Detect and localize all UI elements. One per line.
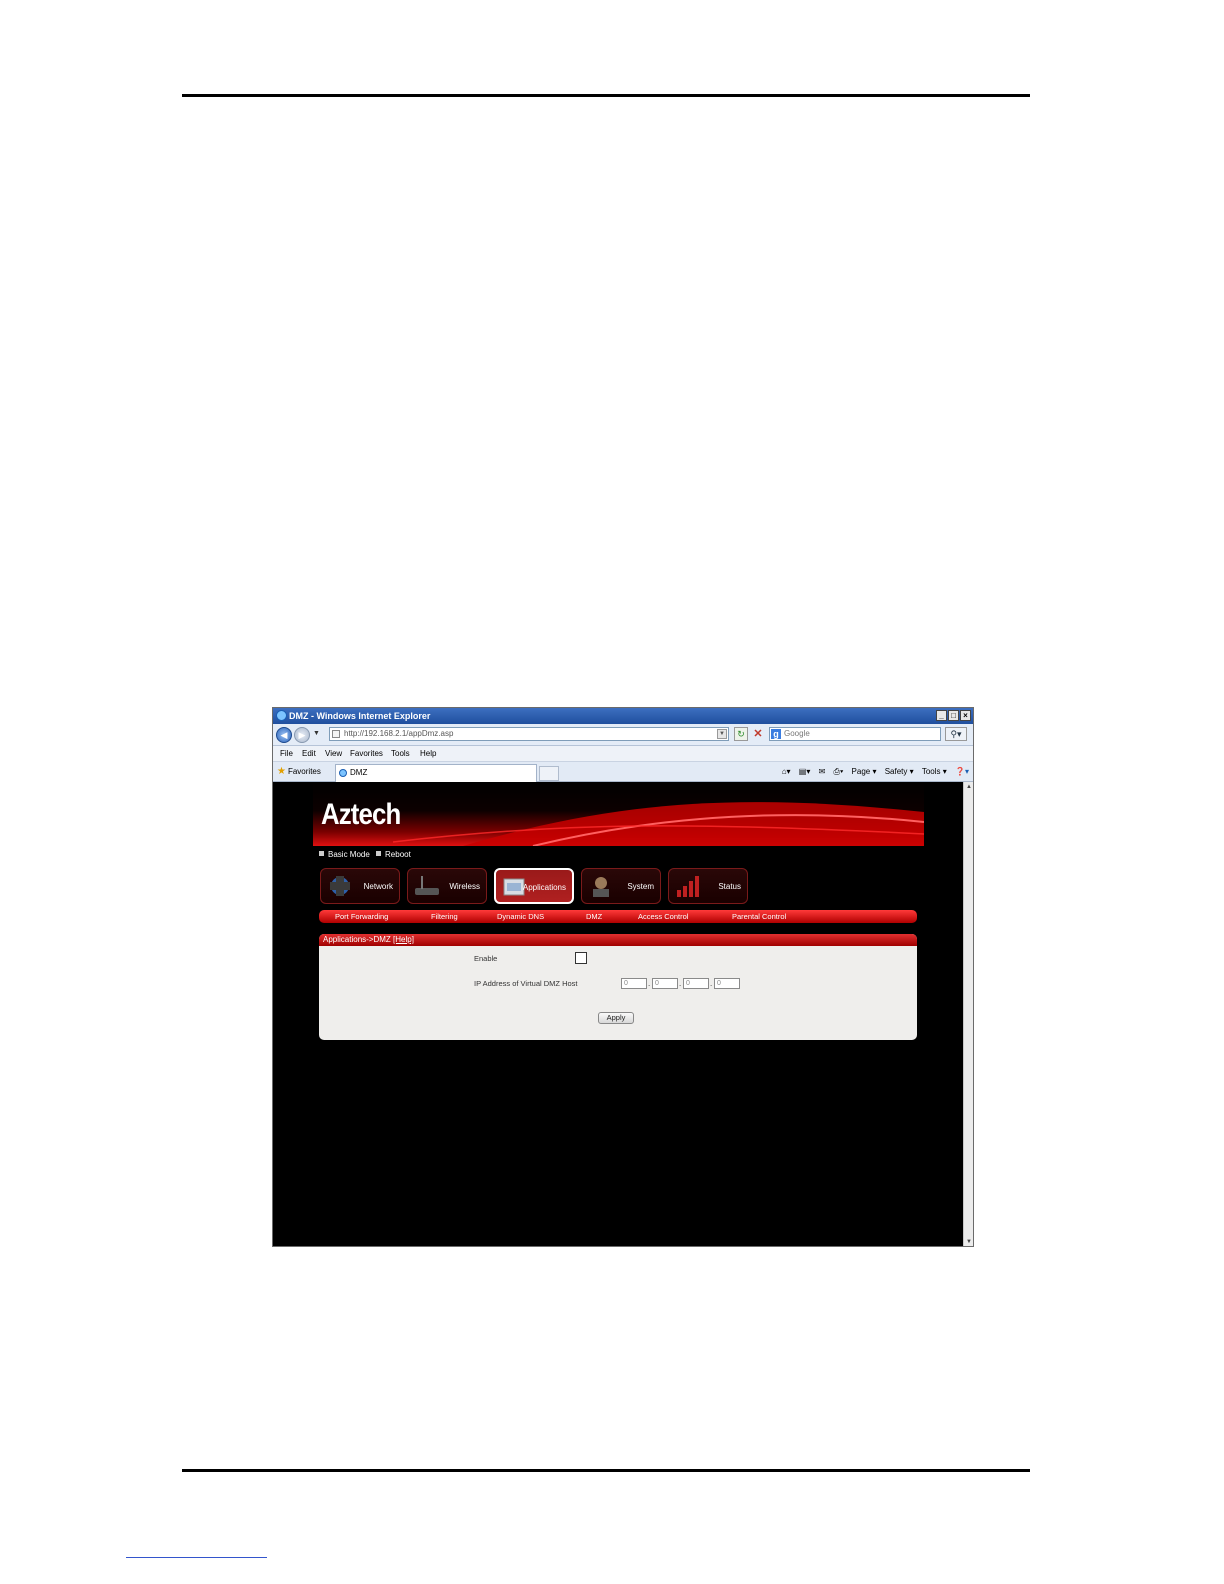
tab-wireless[interactable]: Wireless	[407, 868, 487, 904]
menu-view[interactable]: View	[325, 746, 342, 761]
back-button[interactable]: ◀	[276, 727, 292, 743]
stop-button[interactable]: ✕	[751, 727, 765, 741]
ip-address-label: IP Address of Virtual DMZ Host	[474, 979, 578, 988]
footer-rule	[182, 1469, 1030, 1472]
subnav-parental-control[interactable]: Parental Control	[732, 910, 786, 923]
help-icon[interactable]: ❓▾	[955, 767, 969, 776]
help-link[interactable]: [Help]	[393, 935, 414, 944]
top-links: Basic Mode Reboot	[319, 850, 415, 860]
menu-favorites[interactable]: Favorites	[350, 746, 383, 761]
address-bar: ◀ ▶ ▼ http://192.168.2.1/appDmz.asp ▼ ↻ …	[273, 724, 973, 746]
menu-edit[interactable]: Edit	[302, 746, 316, 761]
close-button[interactable]: ×	[960, 710, 971, 721]
sub-navigation: Port Forwarding Filtering Dynamic DNS DM…	[319, 910, 917, 923]
print-icon[interactable]: ⎙▾	[834, 767, 844, 776]
breadcrumb: Applications->DMZ	[323, 935, 391, 944]
tab-network[interactable]: Network	[320, 868, 400, 904]
scroll-up-icon[interactable]: ▲	[964, 782, 973, 792]
forward-button[interactable]: ▶	[294, 727, 310, 743]
aztech-logo: Aztech	[321, 798, 401, 831]
tab-network-label: Network	[363, 882, 393, 891]
subnav-port-forwarding[interactable]: Port Forwarding	[335, 910, 388, 923]
search-input[interactable]: g Google	[769, 727, 941, 741]
reboot-link[interactable]: Reboot	[385, 850, 411, 859]
menu-tools[interactable]: Tools	[391, 746, 410, 761]
status-chart-icon	[677, 876, 699, 897]
home-icon[interactable]: ⌂▾	[782, 767, 791, 776]
header-rule	[182, 94, 1030, 97]
browser-tab[interactable]: DMZ	[335, 764, 537, 782]
tab-ie-icon	[339, 769, 347, 777]
basic-mode-link[interactable]: Basic Mode	[328, 850, 370, 859]
ie-icon	[276, 710, 287, 721]
safety-menu[interactable]: Safety ▾	[885, 767, 914, 776]
page-icon	[332, 730, 340, 738]
subnav-access-control[interactable]: Access Control	[638, 910, 688, 923]
window-title: DMZ - Windows Internet Explorer	[289, 711, 431, 721]
page-viewport: Aztech Basic Mode Reboot Network Wireles…	[273, 782, 963, 1246]
url-input[interactable]: http://192.168.2.1/appDmz.asp ▼	[329, 727, 729, 741]
history-dropdown-icon[interactable]: ▼	[313, 730, 320, 737]
new-tab-button[interactable]	[539, 766, 559, 781]
ip-octet-2-input[interactable]: 0	[652, 978, 678, 989]
aztech-banner: Aztech	[313, 782, 924, 846]
menu-help[interactable]: Help	[420, 746, 436, 761]
ip-octet-1-input[interactable]: 0	[621, 978, 647, 989]
feeds-icon[interactable]: ▤▾	[799, 767, 811, 776]
tab-applications[interactable]: Applications	[494, 868, 574, 904]
tab-wireless-label: Wireless	[449, 882, 480, 891]
menu-bar: File Edit View Favorites Tools Help	[273, 746, 973, 762]
subnav-dmz[interactable]: DMZ	[586, 910, 602, 923]
ip-octet-4-input[interactable]: 0	[714, 978, 740, 989]
enable-label: Enable	[474, 954, 498, 963]
footnote-rule	[126, 1557, 267, 1558]
favorites-label: Favorites	[287, 767, 321, 776]
network-icon	[330, 876, 350, 896]
refresh-button[interactable]: ↻	[734, 727, 748, 741]
panel-header: Applications->DMZ [Help]	[319, 934, 917, 946]
favorites-button[interactable]: ★ Favorites	[277, 766, 321, 778]
tab-system-label: System	[627, 882, 654, 891]
subnav-filtering[interactable]: Filtering	[431, 910, 458, 923]
bullet-icon	[376, 851, 382, 856]
ip-dot: .	[648, 979, 651, 988]
minimize-button[interactable]: _	[936, 710, 947, 721]
ip-dot: .	[679, 979, 682, 988]
search-placeholder: Google	[784, 729, 810, 738]
star-icon: ★	[277, 766, 286, 777]
search-button[interactable]: ⚲▾	[945, 727, 967, 741]
tab-system[interactable]: System	[581, 868, 661, 904]
vertical-scrollbar[interactable]: ▲ ▼	[963, 782, 973, 1246]
bullet-icon	[319, 851, 324, 856]
tab-status-label: Status	[718, 882, 741, 891]
scroll-down-icon[interactable]: ▼	[964, 1237, 973, 1246]
mail-icon[interactable]: ✉	[819, 767, 826, 776]
enable-checkbox[interactable]	[575, 952, 587, 964]
subnav-dynamic-dns[interactable]: Dynamic DNS	[497, 910, 544, 923]
tab-status[interactable]: Status	[668, 868, 748, 904]
banner-swoosh	[392, 802, 924, 846]
tab-title: DMZ	[350, 768, 368, 777]
maximize-button[interactable]: □	[948, 710, 959, 721]
title-bar: DMZ - Windows Internet Explorer _ □ ×	[273, 708, 973, 724]
tab-applications-label: Applications	[522, 883, 566, 892]
command-bar: ⌂▾ ▤▾ ✉ ⎙▾ Page ▾ Safety ▾ Tools ▾ ❓▾	[776, 766, 969, 778]
router-icon	[415, 876, 439, 895]
apply-button[interactable]: Apply	[598, 1012, 634, 1024]
google-icon: g	[771, 729, 781, 739]
menu-file[interactable]: File	[280, 746, 293, 761]
favorites-bar: ★ Favorites DMZ ⌂▾ ▤▾ ✉ ⎙▾ Page ▾ Safety …	[273, 762, 973, 782]
url-dropdown-icon[interactable]: ▼	[717, 729, 727, 739]
ip-dot: .	[710, 979, 713, 988]
browser-window: DMZ - Windows Internet Explorer _ □ × ◀ …	[272, 707, 974, 1247]
ip-octet-3-input[interactable]: 0	[683, 978, 709, 989]
system-icon	[593, 877, 609, 897]
page-menu[interactable]: Page ▾	[852, 767, 877, 776]
dmz-panel: Applications->DMZ [Help]	[319, 934, 917, 1040]
tools-menu[interactable]: Tools ▾	[922, 767, 947, 776]
url-text: http://192.168.2.1/appDmz.asp	[344, 729, 454, 738]
